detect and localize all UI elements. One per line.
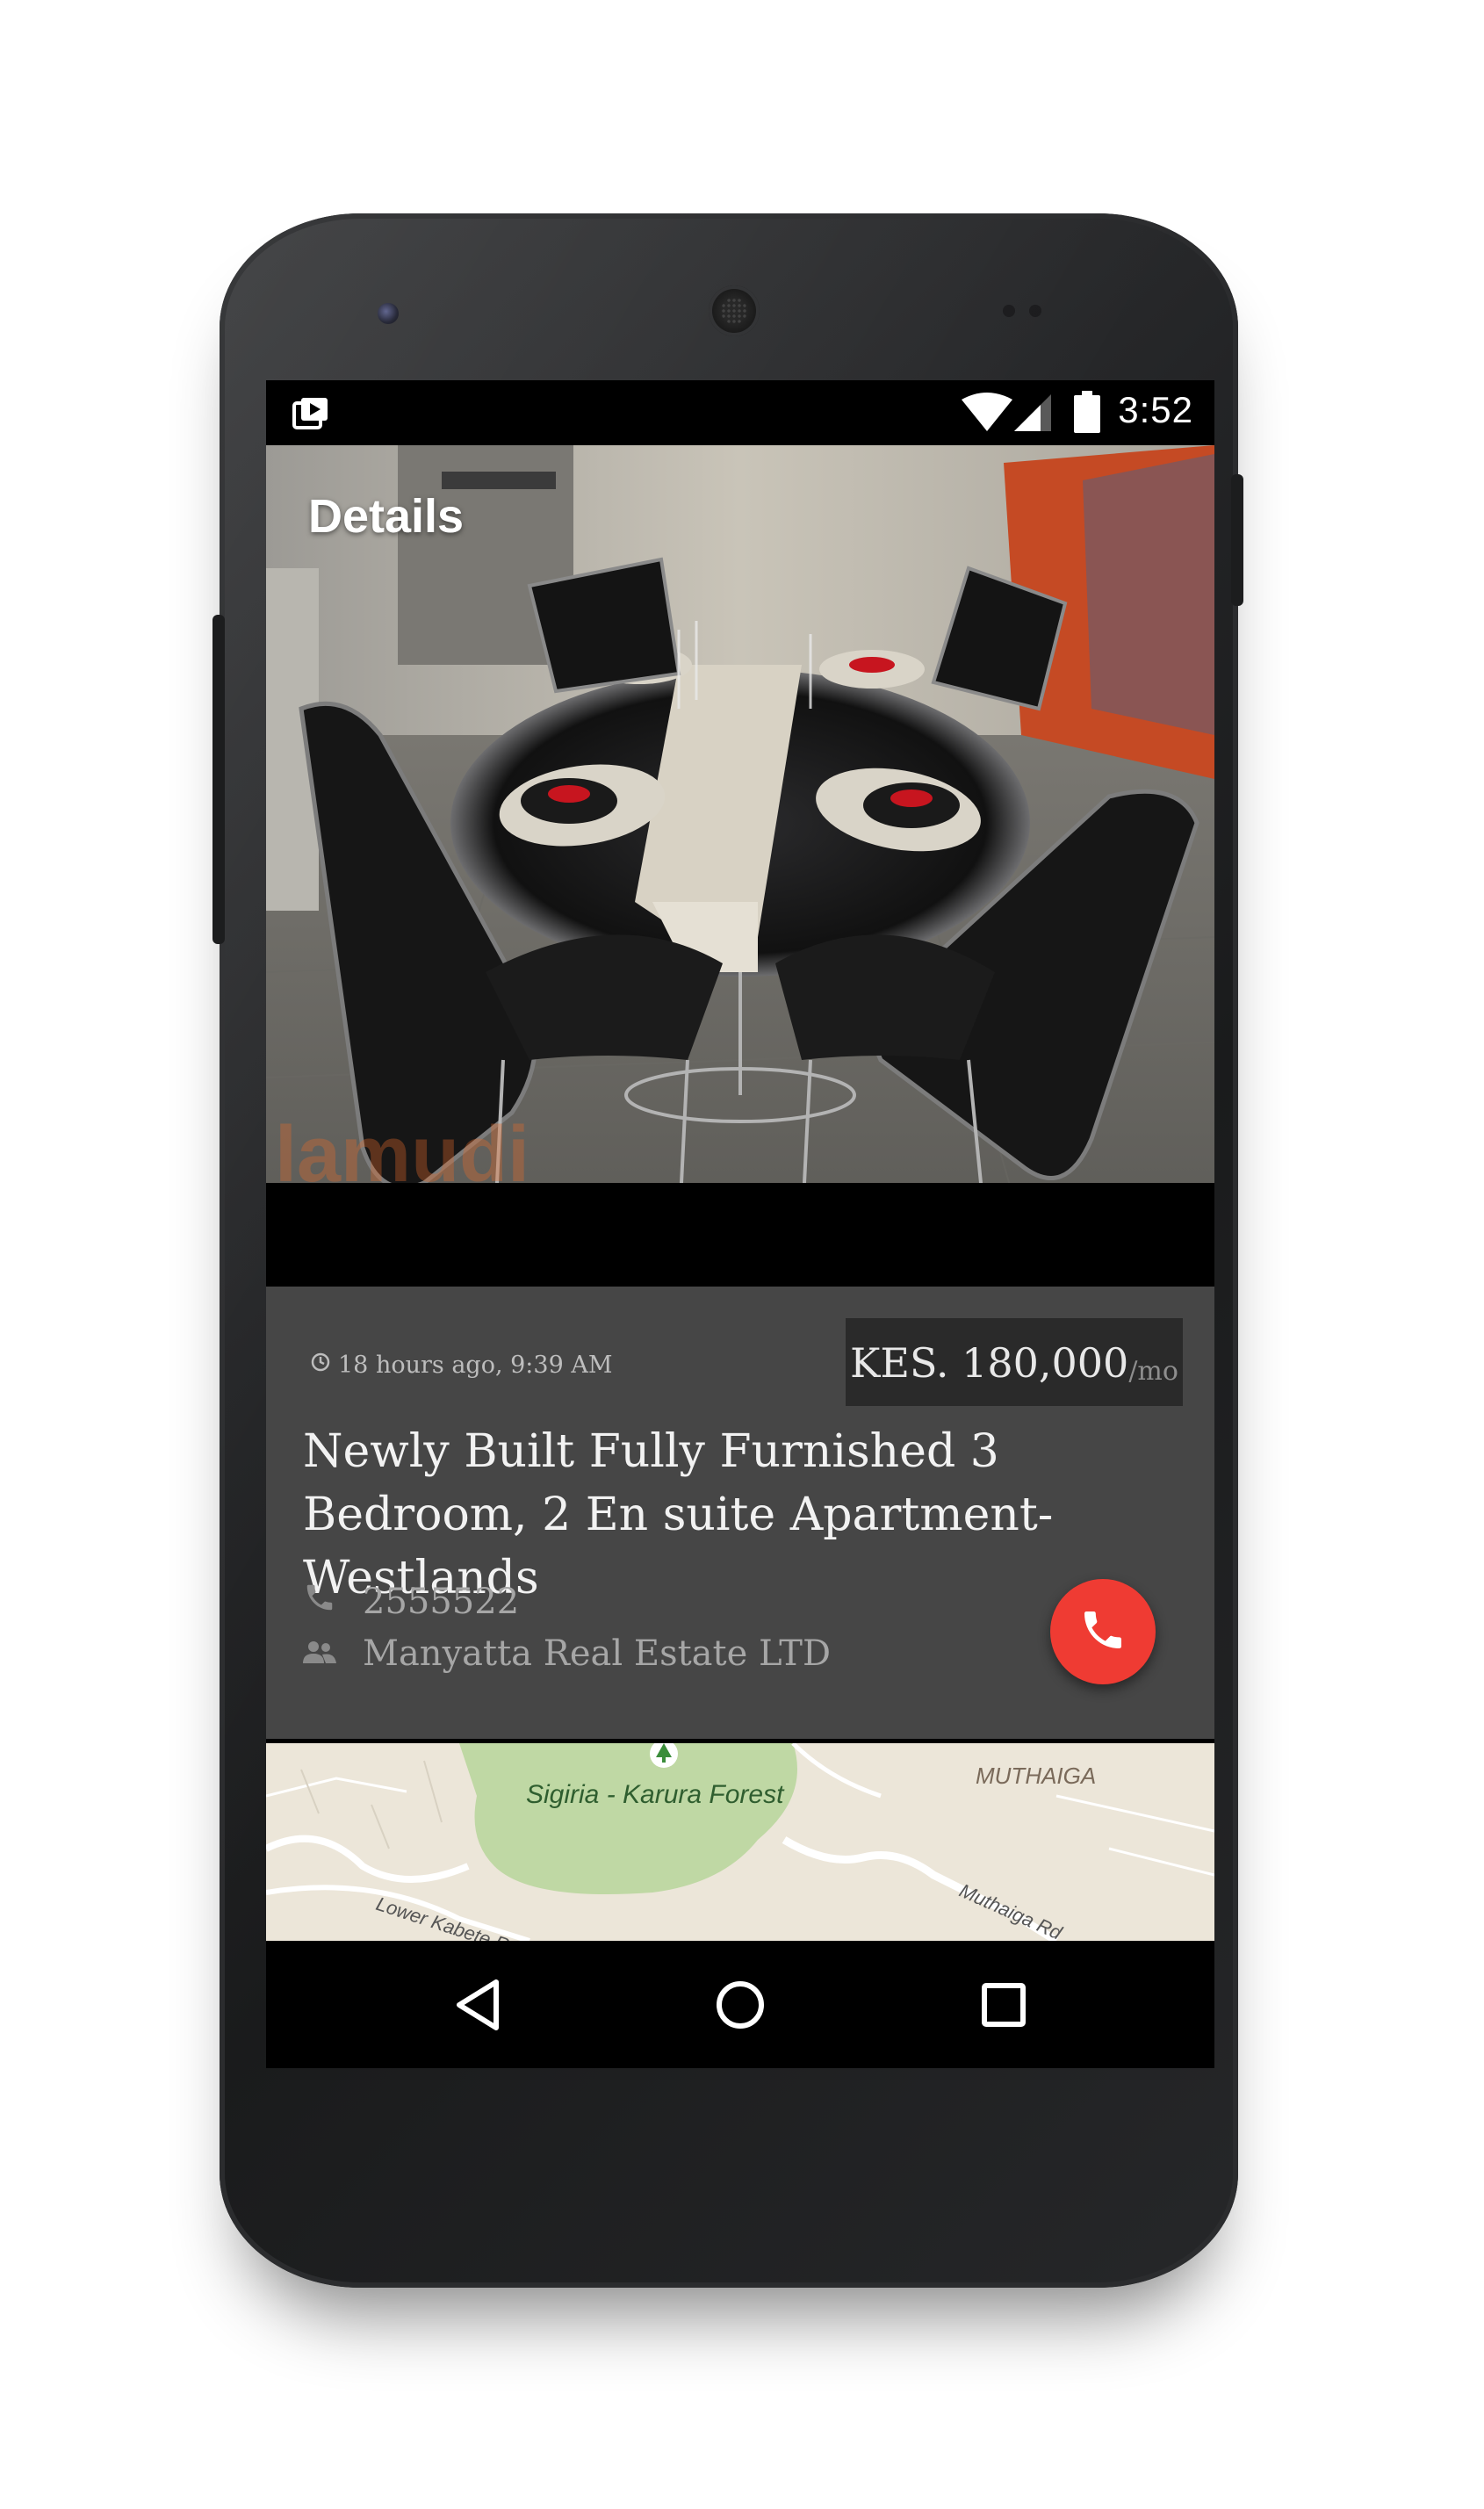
price-amount: KES. 180,000 [850,1339,1129,1387]
light-sensor [1029,305,1041,317]
earpiece-speaker [709,285,760,336]
agent-row[interactable]: Manyatta Real Estate LTD [303,1633,831,1674]
phone-row[interactable]: 2555522 [303,1581,519,1623]
front-camera [378,303,399,324]
screen: 3:52 lamudi Details 18 hours ago, 9:39 A… [266,380,1214,2068]
map-label-area: MUTHAIGA [976,1763,1097,1789]
phone-number: 2555522 [363,1582,520,1622]
listing-photo[interactable]: lamudi Details 3 3 [266,445,1214,1183]
notification-icon [292,394,333,436]
people-icon [303,1633,336,1674]
price-unit: /mo [1128,1356,1178,1387]
status-bar: 3:52 [266,380,1214,445]
location-map[interactable]: Sigiria - Karura Forest MUTHAIGA Lower K… [266,1743,1214,1941]
home-circle-icon [714,1979,767,2036]
price-tag: KES. 180,000 /mo [846,1318,1183,1406]
proximity-sensor [1003,305,1015,317]
home-button[interactable] [701,1967,780,2046]
photo-watermark: lamudi [275,1111,529,1183]
volume-rocker [213,615,225,944]
dining-room-photo: lamudi [266,445,1214,1183]
posted-time: 18 hours ago, 9:39 AM [310,1352,612,1379]
status-time: 3:52 [1118,389,1193,430]
back-triangle-icon [454,1979,503,2036]
call-button[interactable] [1050,1579,1156,1684]
page-title: Details [308,490,465,543]
map-label-forest: Sigiria - Karura Forest [526,1780,784,1809]
agent-name: Manyatta Real Estate LTD [363,1633,832,1674]
listing-details-card: 18 hours ago, 9:39 AM KES. 180,000 /mo N… [266,1287,1214,1739]
navigation-bar [266,1941,1214,2068]
phone-icon [1078,1605,1127,1659]
battery-icon [1074,391,1100,437]
phone-icon [303,1581,336,1623]
recents-square-icon [979,1980,1028,2034]
recents-button[interactable] [964,1967,1043,2046]
back-button[interactable] [439,1967,518,2046]
wifi-icon [962,393,1012,437]
clock-icon [310,1352,331,1379]
signal-icon [1014,394,1051,436]
power-button [1231,474,1243,606]
posted-time-text: 18 hours ago, 9:39 AM [338,1352,613,1379]
